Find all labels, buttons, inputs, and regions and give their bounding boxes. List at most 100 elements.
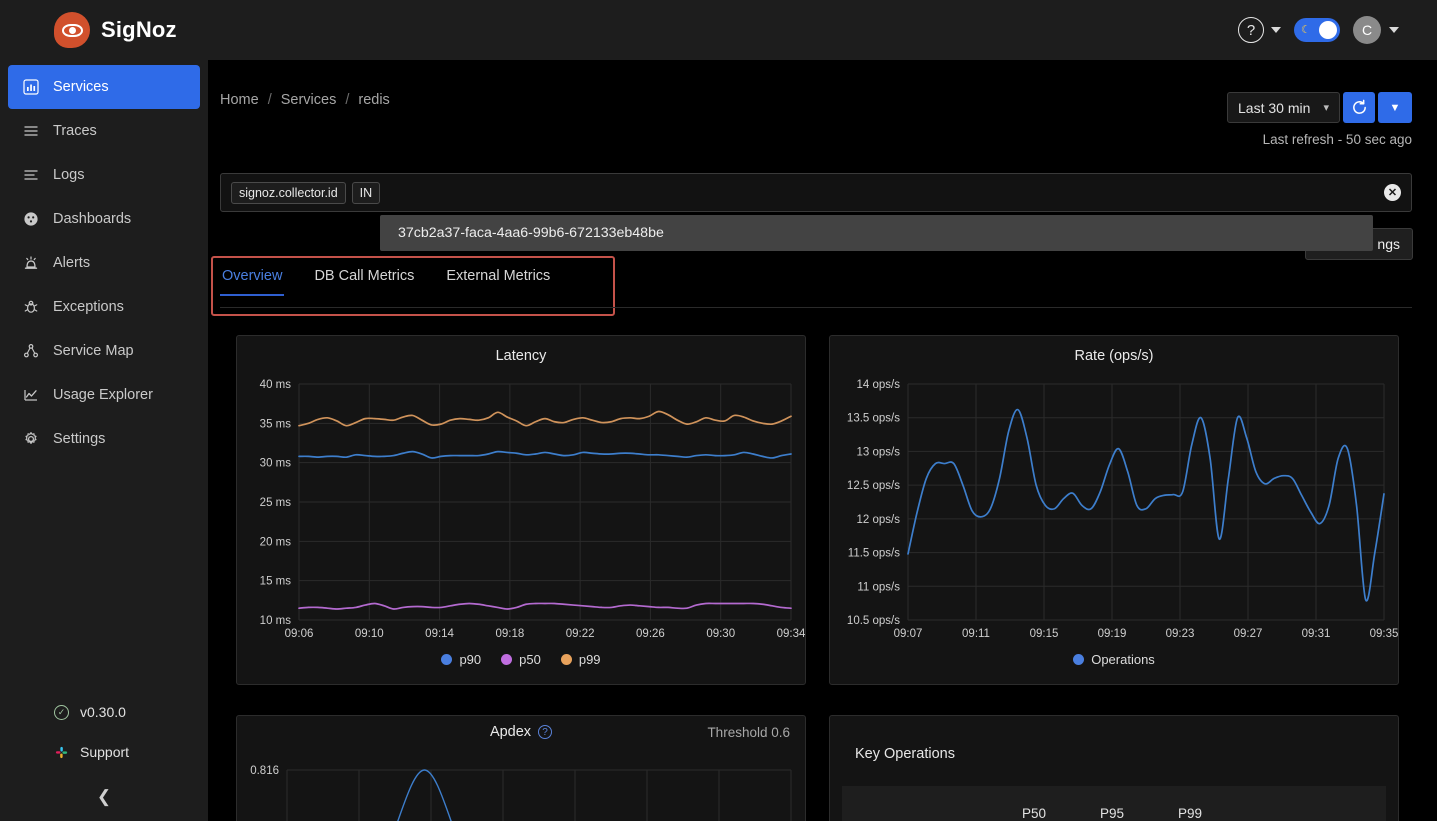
svg-text:12.5 ops/s: 12.5 ops/s [847,480,900,492]
sidebar-item-traces[interactable]: Traces [8,109,200,153]
sidebar-item-exceptions[interactable]: Exceptions [8,285,200,329]
svg-text:10.5 ops/s: 10.5 ops/s [847,615,900,627]
legend-item-p50[interactable]: p50 [501,652,541,667]
key-operations-panel: Key Operations P50 P95 P99 [829,715,1399,821]
question-circle-icon[interactable]: ? [538,725,553,739]
avatar[interactable]: C [1353,16,1381,44]
svg-text:09:18: 09:18 [495,628,524,640]
sidebar-item-label: Dashboards [53,211,132,227]
svg-text:09:15: 09:15 [1030,628,1059,640]
sidebar-collapse-button[interactable]: ❮ [0,772,208,805]
sidebar-item-label: Alerts [53,255,91,271]
question-circle-icon[interactable]: ? [1238,17,1264,43]
svg-text:09:11: 09:11 [962,628,990,640]
refresh-interval-dropdown[interactable]: ▼ [1378,92,1412,123]
toggle-knob [1319,21,1337,39]
filter-operator-chip[interactable]: IN [351,181,381,204]
svg-text:09:19: 09:19 [1098,628,1127,640]
svg-text:09:06: 09:06 [285,628,314,640]
signoz-eye-logo-icon [54,12,90,48]
svg-text:09:10: 09:10 [355,628,384,640]
breadcrumb-current: redis [358,92,390,108]
clear-filter-button[interactable]: ✕ [1384,184,1401,201]
chevron-down-icon[interactable] [1271,27,1281,33]
svg-text:09:26: 09:26 [636,628,665,640]
legend-item-p90[interactable]: p90 [441,652,481,667]
sidebar-item-settings[interactable]: Settings [8,417,200,461]
theme-toggle[interactable]: ☾ [1294,18,1340,42]
sidebar-item-logs[interactable]: Logs [8,153,200,197]
svg-text:30 ms: 30 ms [260,458,292,470]
svg-text:09:23: 09:23 [1166,628,1195,640]
breadcrumb-services[interactable]: Services [281,92,337,108]
svg-text:40 ms: 40 ms [260,379,292,391]
svg-text:09:31: 09:31 [1302,628,1331,640]
check-circle-icon: ✓ [54,704,69,720]
metrics-tabs: Overview DB Call Metrics External Metric… [220,263,1412,308]
rate-panel: Rate (ops/s) 10.5 ops/s 11 ops/s 11.5 ops/… [829,335,1399,685]
apdex-chart: 0.8150.816 [250,765,792,821]
svg-text:11.5 ops/s: 11.5 ops/s [848,548,900,560]
filter-suggestion-item[interactable]: 37cb2a37-faca-4aa6-99b6-672133eb48be [380,215,1373,251]
time-range-select[interactable]: Last 30 min ▾ [1227,92,1340,123]
siren-icon [22,254,40,272]
legend-label: p90 [459,652,482,667]
sidebar-item-alerts[interactable]: Alerts [8,241,200,285]
svg-text:11 ops/s: 11 ops/s [857,581,900,593]
column-header-p95[interactable]: P95 [1100,806,1124,821]
tab-overview[interactable]: Overview [220,263,285,296]
filter-key-chip[interactable]: signoz.collector.id [231,181,346,204]
sidebar-item-label: Service Map [53,343,134,359]
legend-item-p99[interactable]: p99 [560,652,601,667]
top-bar-actions: ? ☾ C [1238,16,1399,44]
rate-chart: 10.5 ops/s 11 ops/s 11.5 ops/s 12 ops/s 12.5… [847,379,1398,640]
moon-icon: ☾ [1301,23,1311,36]
last-refresh-label: Last refresh - 50 sec ago [1262,132,1412,147]
time-range-row: Last 30 min ▾ ▼ [1227,92,1412,123]
sidebar-item-label: Settings [53,431,106,447]
latency-panel: Latency 10 ms 15 ms 20 ms 25 ms 30 ms 35 ms 40… [236,335,806,685]
svg-text:09:14: 09:14 [425,628,454,640]
line-chart-icon [22,386,40,404]
sidebar-item-services[interactable]: Services [8,65,200,109]
key-operations-title: Key Operations [855,746,955,762]
gear-icon [22,430,40,448]
key-operations-table-header: P50 P95 P99 [842,786,1386,821]
apdex-header: Apdex ? Threshold 0.6 [237,716,805,750]
svg-text:09:27: 09:27 [1234,628,1263,640]
chevron-down-icon[interactable] [1389,27,1399,33]
help-menu[interactable]: ? [1238,17,1281,43]
log-lines-icon [22,166,40,184]
svg-text:09:07: 09:07 [894,628,923,640]
sidebar-item-usage-explorer[interactable]: Usage Explorer [8,373,200,417]
legend-label: Operations [1091,652,1155,667]
legend-label: p50 [519,652,541,667]
version-row[interactable]: ✓ v0.30.0 [0,692,208,732]
refresh-icon [1352,99,1366,114]
svg-text:0.816: 0.816 [250,765,279,777]
svg-text:20 ms: 20 ms [260,536,292,548]
legend-item-operations[interactable]: Operations [1073,652,1155,667]
legend-dot-p50 [501,654,513,665]
nodes-icon [22,342,40,360]
svg-text:15 ms: 15 ms [260,576,292,588]
column-header-p99[interactable]: P99 [1178,806,1202,821]
tab-external-metrics[interactable]: External Metrics [444,263,552,296]
filter-search-bar[interactable]: signoz.collector.id IN ✕ [220,173,1412,212]
svg-text:09:30: 09:30 [706,628,735,640]
svg-text:12 ops/s: 12 ops/s [857,514,901,526]
legend-dot-operations [1073,654,1085,665]
user-menu[interactable]: C [1353,16,1399,44]
column-header-p50[interactable]: P50 [1022,806,1046,821]
app-logo[interactable]: SigNoz [54,12,177,48]
latency-legend: p90 p50 p99 [237,652,805,667]
breadcrumb-home[interactable]: Home [220,92,259,108]
chevron-left-icon[interactable]: ❮ [97,788,111,805]
sidebar-item-service-map[interactable]: Service Map [8,329,200,373]
svg-text:09:34: 09:34 [777,628,805,640]
refresh-button[interactable] [1343,92,1375,123]
tab-db-call-metrics[interactable]: DB Call Metrics [312,263,416,296]
support-row[interactable]: Support [0,732,208,772]
sidebar-item-dashboards[interactable]: Dashboards [8,197,200,241]
sidebar-item-label: Traces [53,123,97,139]
